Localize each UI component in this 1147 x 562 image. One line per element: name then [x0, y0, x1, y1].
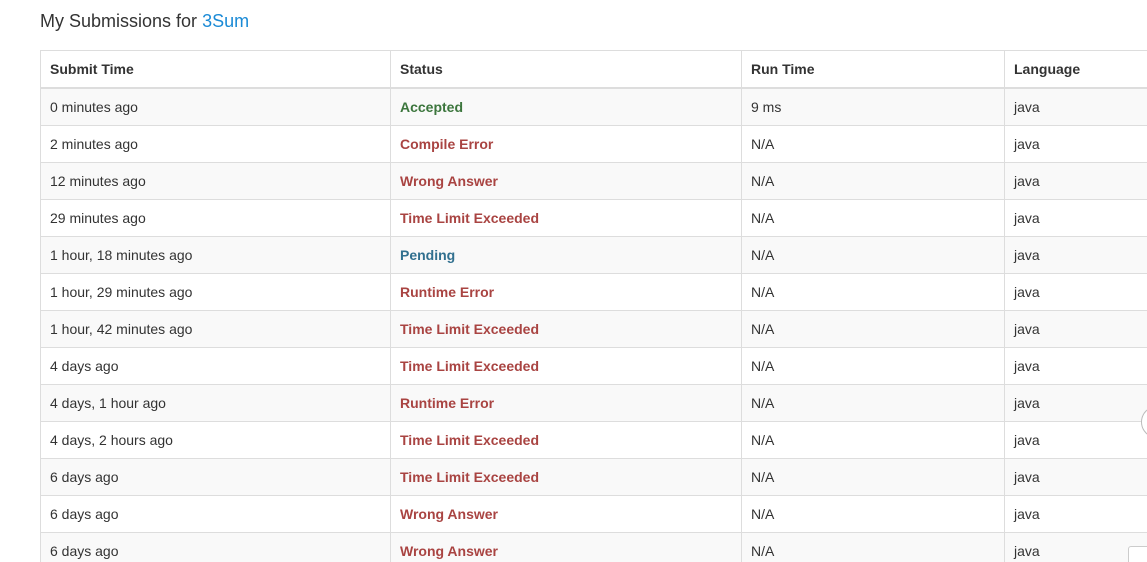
submit-time-cell: 6 days ago — [40, 495, 391, 533]
run-time-cell: N/A — [741, 532, 1005, 562]
status-cell: Time Limit Exceeded — [390, 199, 742, 237]
language-cell: java — [1004, 384, 1147, 422]
language-cell: java — [1004, 421, 1147, 459]
status-link[interactable]: Time Limit Exceeded — [400, 321, 539, 337]
submit-time-cell: 1 hour, 42 minutes ago — [40, 310, 391, 348]
submit-time-cell: 0 minutes ago — [40, 87, 391, 126]
language-cell: java — [1004, 495, 1147, 533]
table-header-row: Submit Time Status Run Time Language — [40, 50, 1147, 89]
language-cell: java — [1004, 532, 1147, 562]
status-link[interactable]: Time Limit Exceeded — [400, 358, 539, 374]
run-time-cell: N/A — [741, 162, 1005, 200]
status-link[interactable]: Wrong Answer — [400, 173, 498, 189]
run-time-cell: N/A — [741, 458, 1005, 496]
status-cell: Runtime Error — [390, 384, 742, 422]
status-link[interactable]: Runtime Error — [400, 395, 494, 411]
status-link[interactable]: Time Limit Exceeded — [400, 432, 539, 448]
table-row: 12 minutes ago Wrong Answer N/A java — [40, 162, 1147, 200]
page-title: My Submissions for 3Sum — [40, 10, 249, 32]
submissions-page: My Submissions for 3Sum Submit Time Stat… — [0, 0, 1147, 562]
status-cell: Wrong Answer — [390, 495, 742, 533]
status-cell: Time Limit Exceeded — [390, 421, 742, 459]
status-link[interactable]: Pending — [400, 247, 455, 263]
status-cell: Accepted — [390, 87, 742, 126]
status-link[interactable]: Time Limit Exceeded — [400, 210, 539, 226]
submit-time-cell: 29 minutes ago — [40, 199, 391, 237]
table-row: 1 hour, 18 minutes ago Pending N/A java — [40, 236, 1147, 274]
run-time-cell: N/A — [741, 236, 1005, 274]
table-row: 4 days, 1 hour ago Runtime Error N/A java — [40, 384, 1147, 422]
status-cell: Wrong Answer — [390, 532, 742, 562]
run-time-cell: N/A — [741, 347, 1005, 385]
status-cell: Compile Error — [390, 125, 742, 163]
problem-link[interactable]: 3Sum — [202, 11, 249, 31]
submit-time-cell: 2 minutes ago — [40, 125, 391, 163]
table-row: 2 minutes ago Compile Error N/A java — [40, 125, 1147, 163]
status-cell: Runtime Error — [390, 273, 742, 311]
status-cell: Wrong Answer — [390, 162, 742, 200]
table-row: 6 days ago Time Limit Exceeded N/A java — [40, 458, 1147, 496]
status-link[interactable]: Accepted — [400, 99, 463, 115]
language-cell: java — [1004, 87, 1147, 126]
run-time-cell: N/A — [741, 273, 1005, 311]
submit-time-cell: 4 days ago — [40, 347, 391, 385]
column-header-submit-time: Submit Time — [40, 50, 391, 89]
status-cell: Time Limit Exceeded — [390, 458, 742, 496]
submit-time-cell: 12 minutes ago — [40, 162, 391, 200]
run-time-cell: N/A — [741, 199, 1005, 237]
submit-time-cell: 1 hour, 18 minutes ago — [40, 236, 391, 274]
status-cell: Time Limit Exceeded — [390, 347, 742, 385]
language-cell: java — [1004, 347, 1147, 385]
run-time-cell: N/A — [741, 495, 1005, 533]
status-link[interactable]: Runtime Error — [400, 284, 494, 300]
status-cell: Time Limit Exceeded — [390, 310, 742, 348]
language-cell: java — [1004, 199, 1147, 237]
page-title-prefix: My Submissions for — [40, 11, 198, 31]
language-cell: java — [1004, 273, 1147, 311]
table-row: 1 hour, 29 minutes ago Runtime Error N/A ja… — [40, 273, 1147, 311]
language-cell: java — [1004, 162, 1147, 200]
status-cell: Pending — [390, 236, 742, 274]
run-time-cell: N/A — [741, 310, 1005, 348]
floating-corner-button[interactable] — [1128, 546, 1147, 562]
language-cell: java — [1004, 310, 1147, 348]
column-header-status: Status — [390, 50, 742, 89]
table-row: 4 days ago Time Limit Exceeded N/A java — [40, 347, 1147, 385]
language-cell: java — [1004, 458, 1147, 496]
run-time-cell: N/A — [741, 421, 1005, 459]
column-header-run-time: Run Time — [741, 50, 1005, 89]
status-link[interactable]: Wrong Answer — [400, 543, 498, 559]
run-time-cell: 9 ms — [741, 87, 1005, 126]
submit-time-cell: 6 days ago — [40, 458, 391, 496]
table-body: 0 minutes ago Accepted 9 ms java 2 minutes a… — [40, 87, 1147, 562]
table-row: 0 minutes ago Accepted 9 ms java — [40, 87, 1147, 126]
submit-time-cell: 4 days, 2 hours ago — [40, 421, 391, 459]
submit-time-cell: 4 days, 1 hour ago — [40, 384, 391, 422]
status-link[interactable]: Time Limit Exceeded — [400, 469, 539, 485]
table-row: 4 days, 2 hours ago Time Limit Exceeded N/… — [40, 421, 1147, 459]
table-row: 29 minutes ago Time Limit Exceeded N/A java — [40, 199, 1147, 237]
submissions-table: Submit Time Status Run Time Language 0 m… — [40, 50, 1147, 562]
table-row: 6 days ago Wrong Answer N/A java — [40, 532, 1147, 562]
run-time-cell: N/A — [741, 125, 1005, 163]
submit-time-cell: 6 days ago — [40, 532, 391, 562]
status-link[interactable]: Compile Error — [400, 136, 493, 152]
submissions-table-container: Submit Time Status Run Time Language 0 m… — [40, 50, 1147, 562]
status-link[interactable]: Wrong Answer — [400, 506, 498, 522]
submit-time-cell: 1 hour, 29 minutes ago — [40, 273, 391, 311]
language-cell: java — [1004, 125, 1147, 163]
run-time-cell: N/A — [741, 384, 1005, 422]
language-cell: java — [1004, 236, 1147, 274]
column-header-language: Language — [1004, 50, 1147, 89]
table-row: 1 hour, 42 minutes ago Time Limit Exceede… — [40, 310, 1147, 348]
table-row: 6 days ago Wrong Answer N/A java — [40, 495, 1147, 533]
